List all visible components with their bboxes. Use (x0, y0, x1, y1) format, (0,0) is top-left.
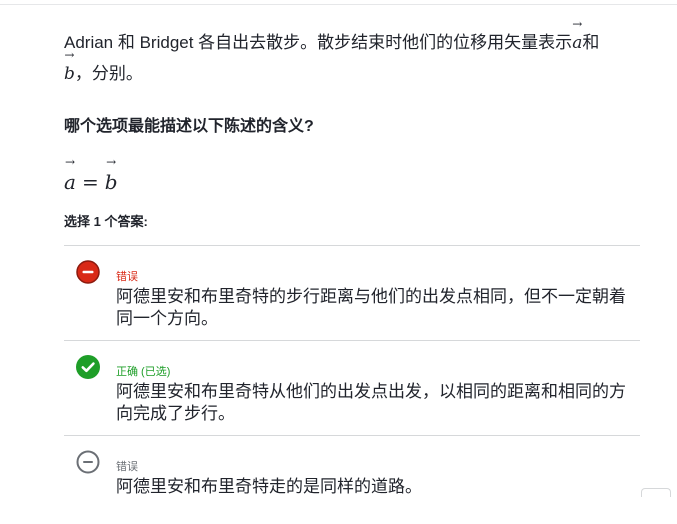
choice-status: 错误 (116, 461, 138, 473)
scroll-corner-tab[interactable] (641, 488, 671, 497)
choice-option-1[interactable]: 错误 阿德里安和布里奇特的步行距离与他们的出发点相同，但不一定朝着同一个方向。 (64, 246, 640, 341)
vector-a: → a (572, 18, 583, 58)
choice-text: 阿德里安和布里奇特从他们的出发点出发，以相同的距离和相同的方向完成了步行。 (116, 382, 626, 423)
vector-a-label: a (572, 33, 583, 53)
equation: → a = → b (64, 156, 640, 197)
vector-b-label: b (64, 64, 75, 84)
vector-arrow-icon: → (64, 48, 75, 62)
minus-circle-gray-icon (76, 450, 100, 474)
intro-text-mid: 和 (582, 33, 600, 52)
intro-text: Adrian 和 Bridget 各自出去散步。散步结束时他们的位移用矢量表示 (64, 33, 573, 52)
vector-arrow-icon: → (572, 17, 583, 31)
choice-list: 错误 阿德里安和布里奇特的步行距离与他们的出发点相同，但不一定朝着同一个方向。 … (64, 245, 640, 524)
equation-vector-a: → a (64, 156, 76, 197)
equals-sign: = (81, 170, 99, 194)
choice-status: 正确 (已选) (116, 366, 171, 378)
choice-option-3[interactable]: 错误 阿德里安和布里奇特走的是同样的道路。 (64, 436, 640, 524)
choice-text: 阿德里安和布里奇特的步行距离与他们的出发点相同，但不一定朝着同一个方向。 (116, 287, 626, 328)
vector-arrow-icon: → (64, 155, 75, 169)
question-title: 哪个选项最能描述以下陈述的含义? (64, 118, 314, 135)
equation-right: b (104, 170, 118, 194)
choice-option-2[interactable]: 正确 (已选) 阿德里安和布里奇特从他们的出发点出发，以相同的距离和相同的方向完… (64, 341, 640, 436)
equation-left: a (64, 170, 76, 194)
problem-intro: Adrian 和 Bridget 各自出去散步。散步结束时他们的位移用矢量表示 →… (64, 18, 640, 89)
top-divider (0, 4, 677, 5)
minus-circle-red-icon (76, 260, 100, 284)
answer-prompt: 选择 1 个答案: (64, 214, 148, 229)
equation-vector-b: → b (104, 156, 118, 197)
question-content: Adrian 和 Bridget 各自出去散步。散步结束时他们的位移用矢量表示 →… (64, 18, 640, 524)
vector-arrow-icon: → (106, 155, 117, 169)
intro-text-end: ，分别。 (74, 64, 143, 83)
vector-b: → b (64, 49, 75, 89)
choice-status: 错误 (116, 271, 138, 283)
choice-text: 阿德里安和布里奇特走的是同样的道路。 (116, 477, 422, 496)
checkmark-circle-green-icon (76, 355, 100, 379)
